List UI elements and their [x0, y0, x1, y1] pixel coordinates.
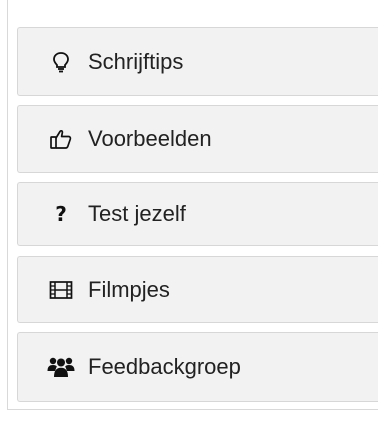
menu-item-filmpjes[interactable]: Filmpjes	[17, 256, 378, 323]
menu-item-feedbackgroep[interactable]: Feedbackgroep	[17, 332, 378, 402]
question-icon: ?	[55, 202, 67, 226]
menu-item-test-jezelf[interactable]: ? Test jezelf	[17, 182, 378, 246]
menu-item-schrijftips[interactable]: Schrijftips	[17, 27, 378, 96]
menu-item-label: Feedbackgroep	[88, 354, 241, 379]
menu-item-label: Schrijftips	[88, 48, 184, 74]
side-menu: Schrijftips Voorbeelden ? Test jezelf Fi…	[17, 27, 378, 402]
menu-item-label: Voorbeelden	[88, 126, 212, 151]
thumbs-up-icon	[46, 125, 76, 153]
menu-item-label: Test jezelf	[88, 201, 186, 226]
menu-item-label: Filmpjes	[88, 276, 170, 302]
lightbulb-icon	[46, 48, 76, 76]
menu-item-voorbeelden[interactable]: Voorbeelden	[17, 105, 378, 173]
film-icon	[46, 276, 76, 304]
users-icon	[46, 353, 76, 381]
